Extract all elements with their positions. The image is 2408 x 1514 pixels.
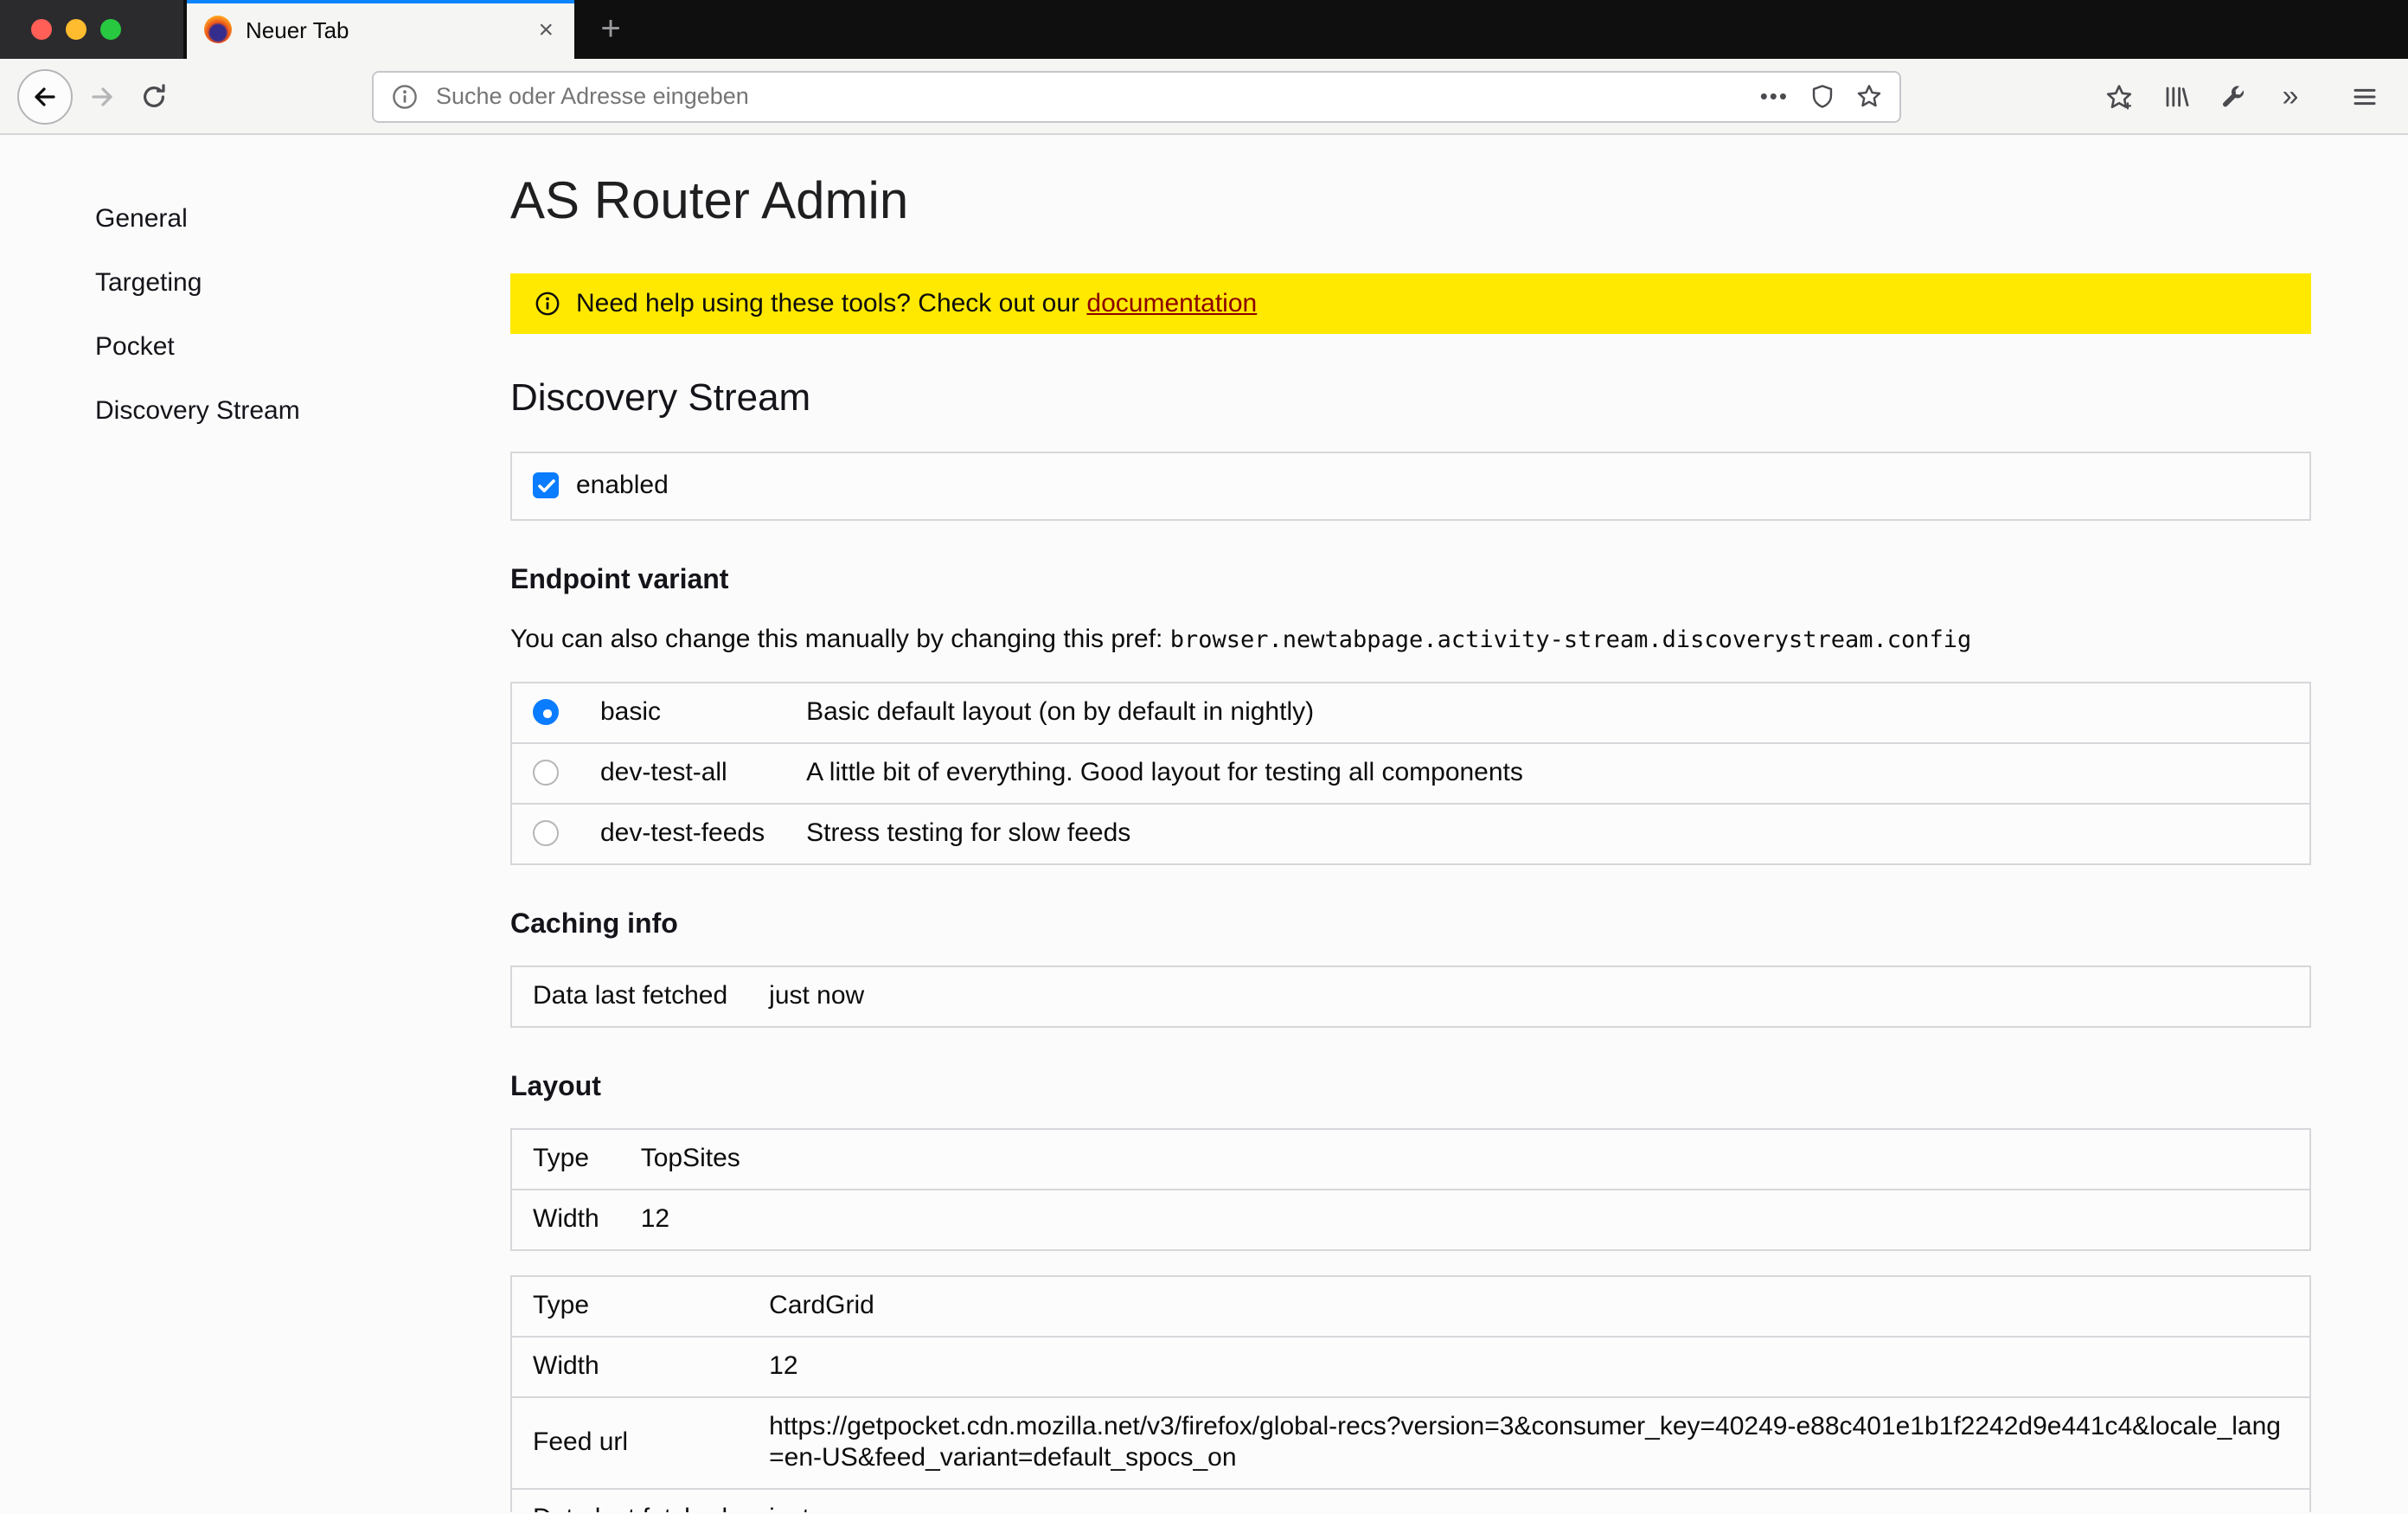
bookmarks-button[interactable] — [2093, 70, 2145, 122]
option-description: Basic default layout (on by default in n… — [785, 683, 2310, 743]
overflow-chevrons-icon: » — [2283, 81, 2299, 111]
forward-button[interactable] — [76, 70, 128, 122]
app-menu-button[interactable] — [2339, 70, 2391, 122]
section-title-discovery-stream: Discovery Stream — [510, 375, 2311, 420]
sidebar-item-pocket[interactable]: Pocket — [95, 315, 510, 379]
row-value: 12 — [620, 1190, 2310, 1250]
enabled-checkbox[interactable] — [533, 473, 559, 499]
row-key: Width — [511, 1190, 620, 1250]
table-row: Data last fetched just now — [511, 966, 2310, 1027]
radio-dev-test-feeds[interactable] — [533, 821, 559, 847]
table-row: Type CardGrid — [511, 1276, 2310, 1337]
enabled-row: enabled — [510, 452, 2311, 521]
zoom-window-button[interactable] — [100, 19, 121, 40]
heading-layout: Layout — [510, 1073, 2311, 1104]
library-icon — [2162, 82, 2190, 110]
url-input[interactable] — [432, 81, 1746, 111]
tab-close-icon[interactable]: × — [531, 16, 560, 42]
sidebar-item-targeting[interactable]: Targeting — [95, 251, 510, 315]
overflow-menu-button[interactable]: » — [2264, 70, 2316, 122]
browser-window: Neuer Tab × + ••• — [0, 0, 2408, 1514]
heading-caching-info: Caching info — [510, 910, 2311, 941]
row-value: CardGrid — [748, 1276, 2310, 1337]
row-key: Data last fetched — [511, 1489, 748, 1512]
star-icon — [2105, 82, 2133, 110]
table-row: Feed url https://getpocket.cdn.mozilla.n… — [511, 1397, 2310, 1489]
option-description: A little bit of everything. Good layout … — [785, 743, 2310, 804]
row-key: Type — [511, 1276, 748, 1337]
bookmark-star-icon[interactable] — [1856, 83, 1882, 109]
row-value-feed-url: https://getpocket.cdn.mozilla.net/v3/fir… — [748, 1397, 2310, 1489]
urlbar-actions: ••• — [1760, 83, 1882, 109]
layout-table-cardgrid: Type CardGrid Width 12 Feed url https://… — [510, 1275, 2311, 1512]
navigation-toolbar: ••• — [0, 59, 2408, 135]
library-button[interactable] — [2150, 70, 2202, 122]
row-key: Feed url — [511, 1397, 748, 1489]
sidebar-item-discovery-stream[interactable]: Discovery Stream — [95, 379, 510, 443]
option-name: basic — [580, 683, 785, 743]
help-banner: Need help using these tools? Check out o… — [510, 273, 2311, 333]
hamburger-menu-icon — [2351, 82, 2379, 110]
page-content: General Targeting Pocket Discovery Strea… — [0, 135, 2408, 1512]
page-title: AS Router Admin — [510, 170, 2311, 234]
minimize-window-button[interactable] — [66, 19, 86, 40]
row-value: just now — [748, 1489, 2310, 1512]
documentation-link[interactable]: documentation — [1086, 288, 1257, 318]
row-key: Type — [511, 1129, 620, 1190]
table-row: Width 12 — [511, 1337, 2310, 1397]
wrench-icon — [2219, 82, 2247, 110]
back-button[interactable] — [17, 68, 73, 124]
option-row-basic[interactable]: basic Basic default layout (on by defaul… — [511, 683, 2310, 743]
radio-basic[interactable] — [533, 700, 559, 726]
firefox-favicon-icon — [204, 16, 232, 43]
table-row: Data last fetched just now — [511, 1489, 2310, 1512]
table-row: Width 12 — [511, 1190, 2310, 1250]
main-panel: AS Router Admin Need help using these to… — [510, 135, 2311, 1512]
tab-neuer-tab[interactable]: Neuer Tab × — [187, 0, 574, 59]
option-row-dev-test-feeds[interactable]: dev-test-feeds Stress testing for slow f… — [511, 804, 2310, 864]
row-value: 12 — [748, 1337, 2310, 1397]
url-bar[interactable]: ••• — [372, 70, 1901, 122]
back-arrow-icon — [31, 82, 59, 110]
close-window-button[interactable] — [31, 19, 52, 40]
tab-title: Neuer Tab — [246, 16, 531, 42]
pref-hint: You can also change this manually by cha… — [510, 621, 2311, 658]
developer-tools-button[interactable] — [2207, 70, 2259, 122]
row-key: Width — [511, 1337, 748, 1397]
radio-dev-test-all[interactable] — [533, 760, 559, 786]
row-value: just now — [748, 966, 2310, 1027]
page-actions-icon[interactable]: ••• — [1760, 85, 1789, 107]
shield-icon[interactable] — [1809, 83, 1835, 109]
option-description: Stress testing for slow feeds — [785, 804, 2310, 864]
option-name: dev-test-all — [580, 743, 785, 804]
reload-button[interactable] — [128, 70, 180, 122]
toolbar-buttons: » — [2093, 70, 2391, 122]
table-row: Type TopSites — [511, 1129, 2310, 1190]
enabled-label: enabled — [576, 472, 669, 501]
banner-text: Need help using these tools? Check out o… — [576, 288, 1257, 318]
reload-icon — [140, 82, 168, 110]
window-controls — [0, 0, 183, 59]
page-info-icon[interactable] — [391, 82, 419, 110]
info-icon — [535, 290, 560, 316]
heading-endpoint-variant: Endpoint variant — [510, 566, 2311, 597]
pref-name: browser.newtabpage.activity-stream.disco… — [1170, 626, 1972, 654]
new-tab-button[interactable]: + — [585, 0, 637, 59]
tab-bar: Neuer Tab × + — [0, 0, 2408, 59]
row-key: Data last fetched — [511, 966, 748, 1027]
endpoint-options-table: basic Basic default layout (on by defaul… — [510, 682, 2311, 865]
sidebar: General Targeting Pocket Discovery Strea… — [0, 135, 510, 1512]
layout-table-topsites: Type TopSites Width 12 — [510, 1128, 2311, 1251]
caching-info-table: Data last fetched just now — [510, 965, 2311, 1028]
option-row-dev-test-all[interactable]: dev-test-all A little bit of everything.… — [511, 743, 2310, 804]
row-value: TopSites — [620, 1129, 2310, 1190]
forward-arrow-icon — [88, 82, 116, 110]
sidebar-item-general[interactable]: General — [95, 187, 510, 251]
option-name: dev-test-feeds — [580, 804, 785, 864]
